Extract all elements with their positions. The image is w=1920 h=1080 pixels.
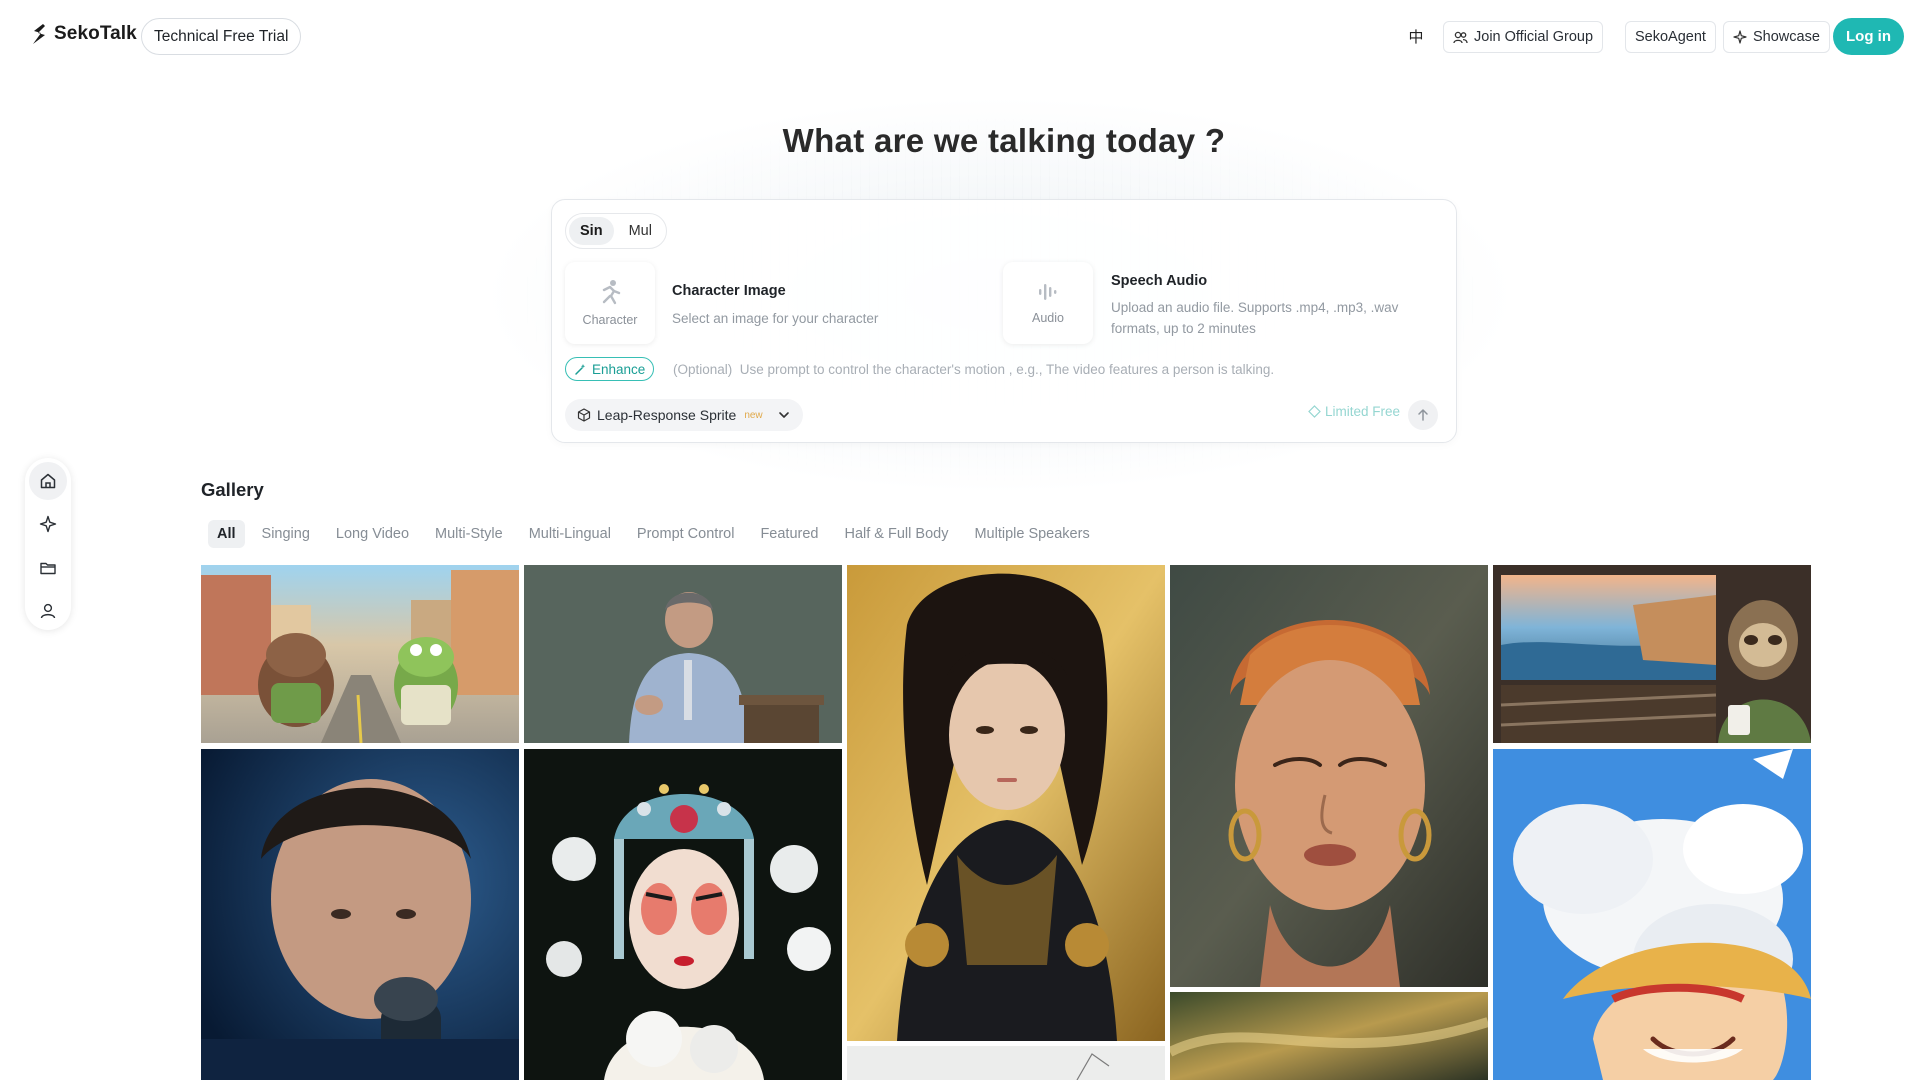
filter-half-full-body[interactable]: Half & Full Body	[835, 520, 957, 548]
language-toggle[interactable]: 中	[1405, 24, 1427, 48]
gallery-item-singer-microphone[interactable]	[201, 749, 519, 1080]
mode-single-option[interactable]: Sin	[569, 217, 614, 245]
anime-boy-image	[1493, 749, 1811, 1080]
nav-showcase[interactable]	[29, 506, 67, 544]
singer-microphone-image	[201, 749, 519, 1080]
painted-woman-image	[1170, 565, 1488, 987]
filter-featured[interactable]: Featured	[751, 520, 827, 548]
brand-logo[interactable]: SekoTalk	[30, 22, 137, 46]
brand-name: SekoTalk	[54, 23, 137, 44]
showcase-label: Showcase	[1753, 29, 1820, 45]
gallery-item-speaker-podium[interactable]	[524, 565, 842, 743]
submit-button[interactable]	[1408, 400, 1438, 430]
filter-multiple-speakers[interactable]: Multiple Speakers	[965, 520, 1098, 548]
sloth-train-image	[1493, 565, 1811, 743]
enhance-button[interactable]: Enhance	[565, 357, 655, 381]
seko-agent-label: SekoAgent	[1635, 29, 1706, 45]
model-name: Leap-Response Sprite	[597, 407, 737, 423]
gallery-item-sketch[interactable]	[847, 1046, 1165, 1080]
filter-multi-style[interactable]: Multi-Style	[426, 520, 512, 548]
login-button[interactable]: Log in	[1833, 18, 1904, 55]
nav-home[interactable]	[29, 462, 67, 500]
enhance-label: Enhance	[592, 361, 646, 377]
join-group-label: Join Official Group	[1474, 29, 1594, 45]
limited-free-text: Limited Free	[1325, 404, 1401, 419]
showcase-button[interactable]: Showcase	[1723, 21, 1830, 53]
filter-multi-lingual[interactable]: Multi-Lingual	[520, 520, 620, 548]
magic-wand-icon	[575, 363, 586, 375]
nav-profile[interactable]	[29, 593, 67, 631]
diamond-icon	[1308, 405, 1321, 418]
nav-projects[interactable]	[29, 549, 67, 587]
gallery-title: Gallery	[201, 479, 264, 500]
speech-audio-desc: Upload an audio file. Supports .mp4, .mp…	[1111, 300, 1399, 336]
peking-opera-image	[524, 749, 842, 1080]
speech-audio-title: Speech Audio	[1111, 273, 1208, 289]
gallery-item-gold-texture[interactable]	[1170, 992, 1488, 1080]
gallery-item-cartoon-boar-frog[interactable]	[201, 565, 519, 743]
cartoon-boar-frog-image	[201, 565, 519, 743]
character-icon	[602, 280, 621, 305]
seko-agent-button[interactable]: SekoAgent	[1625, 21, 1716, 53]
gallery-filters: All Singing Long Video Multi-Style Multi…	[208, 520, 1099, 548]
limited-free-label: Limited Free	[1308, 404, 1400, 419]
composer-card: Sin Mul Character Character Image Select…	[551, 199, 1457, 443]
audio-upload-tile[interactable]: Audio	[1003, 262, 1093, 344]
page-title: What are we talking today ?	[782, 122, 1226, 159]
mode-toggle: Sin Mul	[565, 213, 667, 249]
folder-icon	[40, 562, 56, 574]
gold-texture-image	[1170, 992, 1488, 1080]
side-navigation	[25, 458, 71, 630]
gallery-item-sloth-train[interactable]	[1493, 565, 1811, 743]
speaker-podium-image	[524, 565, 842, 743]
mode-multi-option[interactable]: Mul	[618, 217, 663, 245]
filter-prompt-control[interactable]: Prompt Control	[628, 520, 744, 548]
home-icon	[40, 473, 56, 488]
golden-robe-image	[847, 565, 1165, 1041]
prompt-input[interactable]	[673, 357, 1433, 381]
user-icon	[40, 604, 56, 619]
model-select[interactable]: Leap-Response Sprite new	[565, 399, 803, 431]
group-icon	[1453, 31, 1468, 43]
character-upload-tile[interactable]: Character	[565, 262, 655, 344]
character-tile-label: Character	[582, 313, 638, 327]
chevron-down-icon	[778, 412, 789, 418]
sketch-image	[847, 1046, 1165, 1080]
trial-badge: Technical Free Trial	[141, 18, 302, 55]
gallery-item-peking-opera[interactable]	[524, 749, 842, 1080]
character-image-desc: Select an image for your character	[672, 311, 879, 326]
sparkle-icon	[39, 516, 57, 533]
gallery-item-anime-boy[interactable]	[1493, 749, 1811, 1080]
top-header: SekoTalk Technical Free Trial 中 Join Off…	[0, 0, 1920, 74]
gallery-item-golden-robe[interactable]	[847, 565, 1165, 1041]
filter-singing[interactable]: Singing	[253, 520, 319, 548]
filter-long-video[interactable]: Long Video	[327, 520, 418, 548]
cube-icon	[577, 408, 591, 422]
sparkle-icon	[1733, 30, 1747, 44]
gallery-item-painted-woman[interactable]	[1170, 565, 1488, 987]
audio-tile-label: Audio	[1032, 311, 1064, 325]
sekotalk-logo-icon	[33, 24, 45, 44]
join-group-button[interactable]: Join Official Group	[1443, 21, 1604, 53]
character-image-title: Character Image	[672, 283, 786, 299]
audio-wave-icon	[1039, 284, 1057, 300]
filter-all[interactable]: All	[208, 520, 245, 548]
arrow-up-icon	[1418, 409, 1428, 421]
new-tag: new	[744, 409, 763, 421]
